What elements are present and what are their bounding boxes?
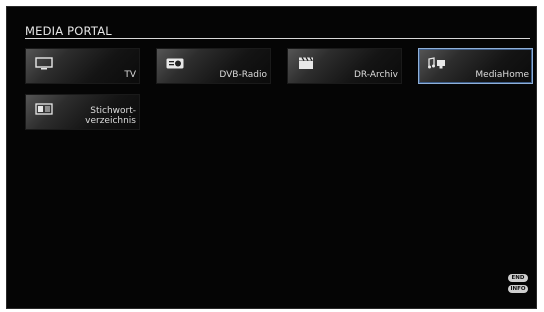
media-home-icon	[428, 57, 445, 69]
tile-dr-archiv-label: DR-Archiv	[353, 70, 398, 80]
tile-dr-archiv[interactable]: DR-Archiv	[287, 48, 402, 84]
page-title: MEDIA PORTAL	[25, 24, 112, 38]
tile-tv-label: TV	[124, 70, 136, 80]
end-key-hint: END	[508, 274, 528, 282]
title-divider	[25, 38, 530, 39]
clapperboard-icon	[299, 57, 313, 69]
index-icon	[35, 103, 53, 115]
radio-icon	[166, 58, 184, 69]
tv-icon	[35, 57, 53, 70]
tile-dvb-radio-label: DVB-Radio	[219, 70, 267, 80]
info-key-hint: INFO	[508, 285, 528, 293]
media-portal-screen: MEDIA PORTAL TV DVB-Radio DR-Archiv Medi…	[6, 6, 537, 309]
tile-dvb-radio[interactable]: DVB-Radio	[156, 48, 271, 84]
tile-tv[interactable]: TV	[25, 48, 140, 84]
tile-mediahome-label: MediaHome	[475, 70, 529, 80]
tile-stichwortverzeichnis-label: Stichwort- verzeichnis	[85, 106, 136, 126]
tile-stichwortverzeichnis[interactable]: Stichwort- verzeichnis	[25, 94, 140, 130]
tile-mediahome[interactable]: MediaHome	[418, 48, 533, 84]
